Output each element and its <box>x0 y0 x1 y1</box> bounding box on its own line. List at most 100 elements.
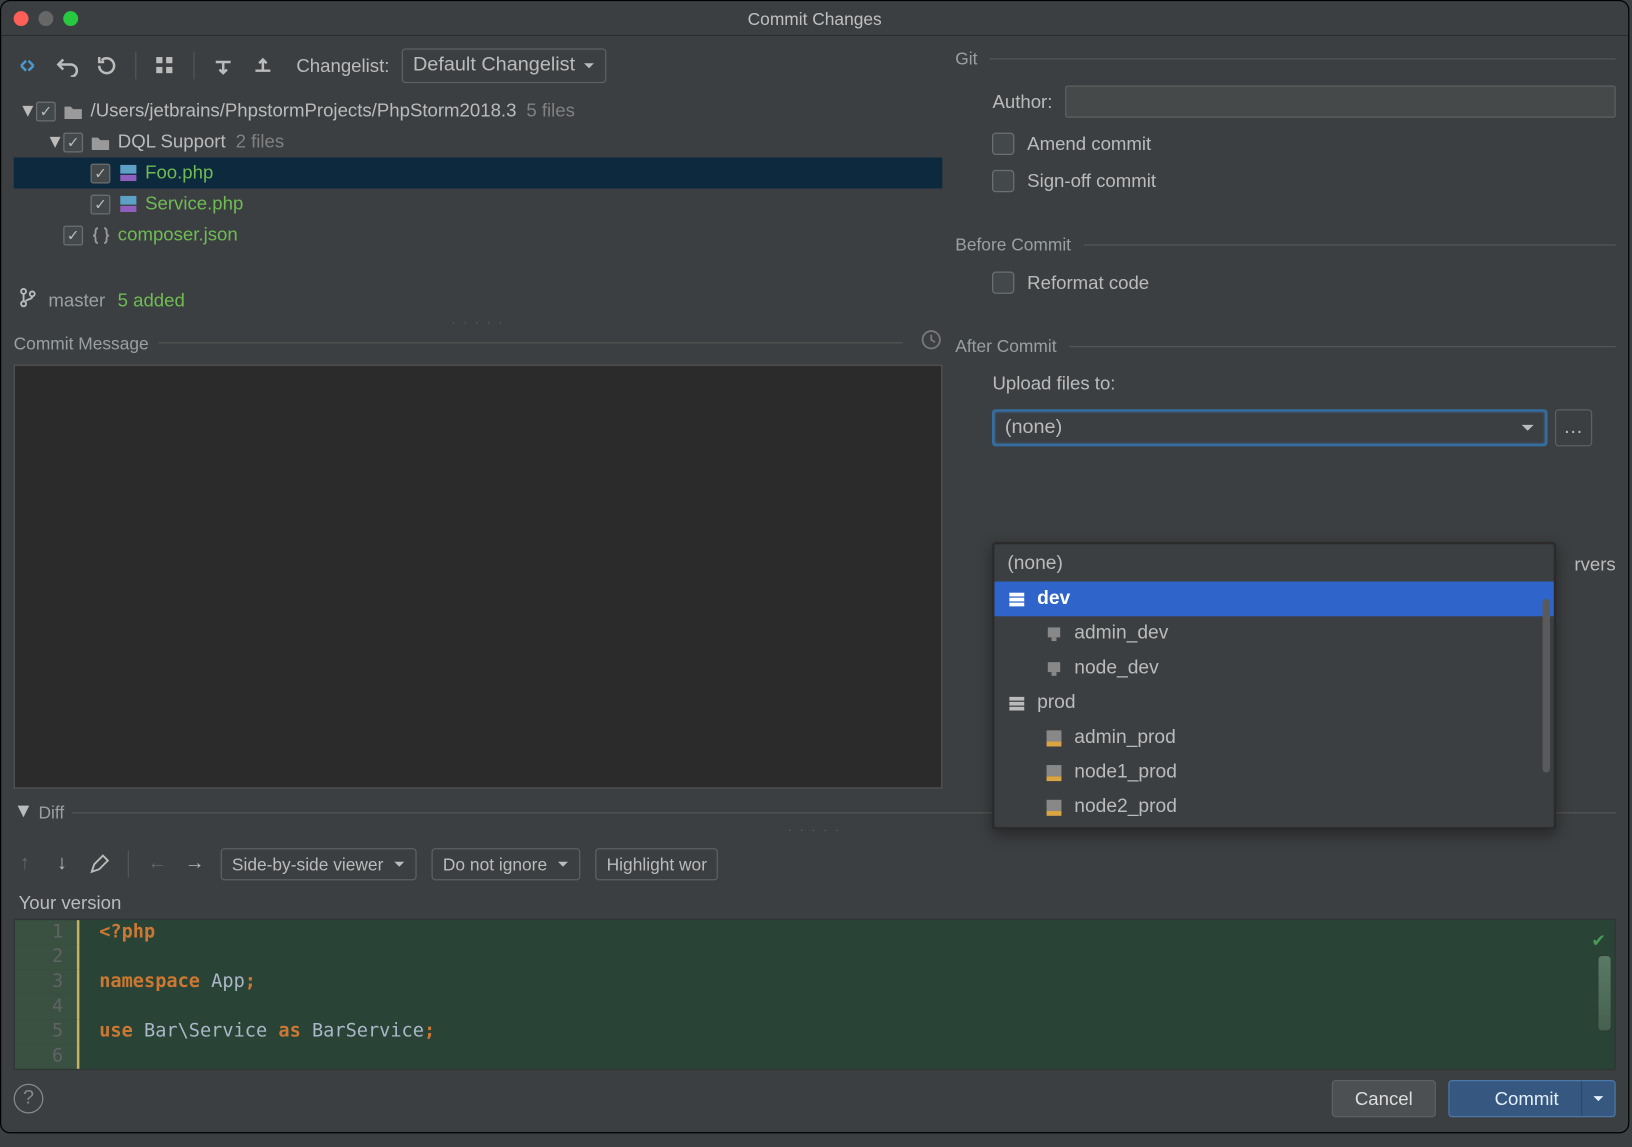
dropdown-option-node-dev[interactable]: node_dev <box>995 651 1554 686</box>
collapse-diff-icon[interactable] <box>14 52 41 79</box>
commit-message-heading: Commit Message <box>14 333 149 353</box>
commit-dialog: Commit Changes <box>0 0 1629 1133</box>
arrow-up-icon[interactable]: ↑ <box>14 853 36 875</box>
tree-file-row[interactable]: Foo.php <box>14 157 943 188</box>
reformat-label: Reformat code <box>1027 272 1149 293</box>
server-node-icon <box>1045 624 1065 644</box>
inspection-ok-icon: ✔ <box>1593 928 1605 952</box>
author-input[interactable] <box>1065 86 1616 118</box>
arrow-right-icon[interactable]: → <box>184 853 206 875</box>
branch-name[interactable]: master <box>48 290 105 311</box>
dropdown-option-admin-prod[interactable]: admin_prod <box>995 720 1554 755</box>
commit-message-input[interactable] <box>14 365 943 789</box>
amend-checkbox[interactable] <box>992 133 1014 155</box>
divider <box>159 342 904 343</box>
highlight-mode-select[interactable]: Highlight wor <box>595 848 718 880</box>
dropdown-scrollbar[interactable] <box>1543 599 1550 773</box>
checkbox-folder[interactable] <box>63 132 83 152</box>
commit-button[interactable]: Commit <box>1449 1080 1616 1117</box>
ellipsis-icon: … <box>1563 417 1583 439</box>
dropdown-option-dev[interactable]: dev <box>995 582 1554 617</box>
before-commit-heading: Before Commit <box>955 234 1071 254</box>
branch-bar: master 5 added <box>14 281 943 316</box>
amend-label: Amend commit <box>1027 133 1151 154</box>
history-icon[interactable] <box>921 329 943 358</box>
dropdown-option-node2-prod[interactable]: node2_prod <box>995 790 1554 825</box>
undo-icon[interactable] <box>53 52 80 79</box>
server-node-icon <box>1045 658 1065 678</box>
help-button[interactable]: ? <box>14 1084 44 1114</box>
chevron-down-icon[interactable] <box>1582 1092 1614 1104</box>
scrollbar-thumb[interactable] <box>1597 955 1612 1032</box>
diff-toolbar: ↑ ↓ ← → Side-by-side viewer Do not ignor… <box>14 836 1616 888</box>
servers-peek-text: rvers <box>1574 554 1615 575</box>
close-window-button[interactable] <box>14 11 29 26</box>
upload-value: (none) <box>1005 417 1062 439</box>
expand-all-icon[interactable] <box>210 52 237 79</box>
maximize-window-button[interactable] <box>63 11 78 26</box>
php-file-icon <box>118 194 138 214</box>
chevron-down-icon[interactable]: ▼ <box>46 131 61 152</box>
file-tree[interactable]: ▼ /Users/jetbrains/PhpstormProjects/PhpS… <box>14 95 943 281</box>
folder-icon <box>91 132 111 152</box>
after-commit-heading: After Commit <box>955 336 1056 356</box>
changelist-select[interactable]: Default Changelist <box>402 48 606 83</box>
branch-added: 5 added <box>118 290 185 311</box>
divider <box>990 58 1616 59</box>
toolbar: Changelist: Default Changelist <box>14 36 943 96</box>
chevron-down-icon <box>583 60 595 72</box>
upload-select[interactable]: (none) <box>992 409 1547 446</box>
group-icon[interactable] <box>151 52 178 79</box>
changelist-value: Default Changelist <box>413 55 575 77</box>
cancel-button[interactable]: Cancel <box>1331 1080 1436 1117</box>
tree-file-name: composer.json <box>118 224 238 245</box>
signoff-checkbox[interactable] <box>992 170 1014 192</box>
tree-folder-row[interactable]: ▼ DQL Support 2 files <box>14 126 943 157</box>
tree-file-row[interactable]: Service.php <box>14 188 943 219</box>
drag-handle-icon[interactable]: · · · · · <box>14 316 943 328</box>
signoff-label: Sign-off commit <box>1027 171 1156 192</box>
arrow-down-icon[interactable]: ↓ <box>51 853 73 875</box>
checkbox-root[interactable] <box>36 101 56 121</box>
changelist-label: Changelist: <box>296 55 389 76</box>
diff-heading: Diff <box>38 802 64 822</box>
dropdown-option-node1-prod[interactable]: node1_prod <box>995 755 1554 790</box>
tree-root-count: 5 files <box>526 100 575 121</box>
window-controls <box>14 11 78 26</box>
reformat-checkbox[interactable] <box>992 272 1014 294</box>
checkbox-file1[interactable] <box>91 163 111 183</box>
dropdown-option-admin-dev[interactable]: admin_dev <box>995 616 1554 651</box>
checkbox-file2[interactable] <box>91 194 111 214</box>
chevron-down-icon <box>557 858 569 870</box>
browse-button[interactable]: … <box>1555 409 1592 446</box>
dropdown-option-none[interactable]: (none) <box>995 547 1554 582</box>
json-file-icon <box>91 225 111 245</box>
chevron-down-icon <box>393 858 405 870</box>
chevron-down-icon[interactable]: ▼ <box>19 100 34 121</box>
refresh-icon[interactable] <box>93 52 120 79</box>
divider <box>1069 345 1616 346</box>
sftp-icon <box>1045 797 1065 817</box>
checkbox-file3[interactable] <box>63 225 83 245</box>
chevron-down-icon[interactable]: ▼ <box>14 801 29 823</box>
code-editor[interactable]: ✔ 1<?php 2 3namespace App; 4 5use Bar\Se… <box>14 919 1616 1070</box>
server-group-icon <box>1007 693 1027 713</box>
divider <box>1083 244 1615 245</box>
right-panel: Git Author: Amend commit Sign-off commit… <box>955 36 1615 789</box>
folder-icon <box>63 101 83 121</box>
dropdown-option-prod[interactable]: prod <box>995 686 1554 721</box>
server-group-icon <box>1007 589 1027 609</box>
titlebar[interactable]: Commit Changes <box>1 1 1628 36</box>
version-label: Your version <box>14 888 1616 919</box>
view-mode-select[interactable]: Side-by-side viewer <box>221 848 417 880</box>
collapse-all-icon[interactable] <box>249 52 276 79</box>
edit-icon[interactable] <box>88 853 110 875</box>
minimize-window-button[interactable] <box>38 11 53 26</box>
upload-label: Upload files to: <box>992 373 1115 394</box>
footer: ? Cancel Commit <box>14 1070 1616 1117</box>
arrow-left-icon[interactable]: ← <box>146 853 168 875</box>
tree-file-name: Service.php <box>145 193 243 214</box>
tree-file-row[interactable]: composer.json <box>14 219 943 250</box>
tree-root-row[interactable]: ▼ /Users/jetbrains/PhpstormProjects/PhpS… <box>14 95 943 126</box>
ignore-mode-select[interactable]: Do not ignore <box>432 848 581 880</box>
